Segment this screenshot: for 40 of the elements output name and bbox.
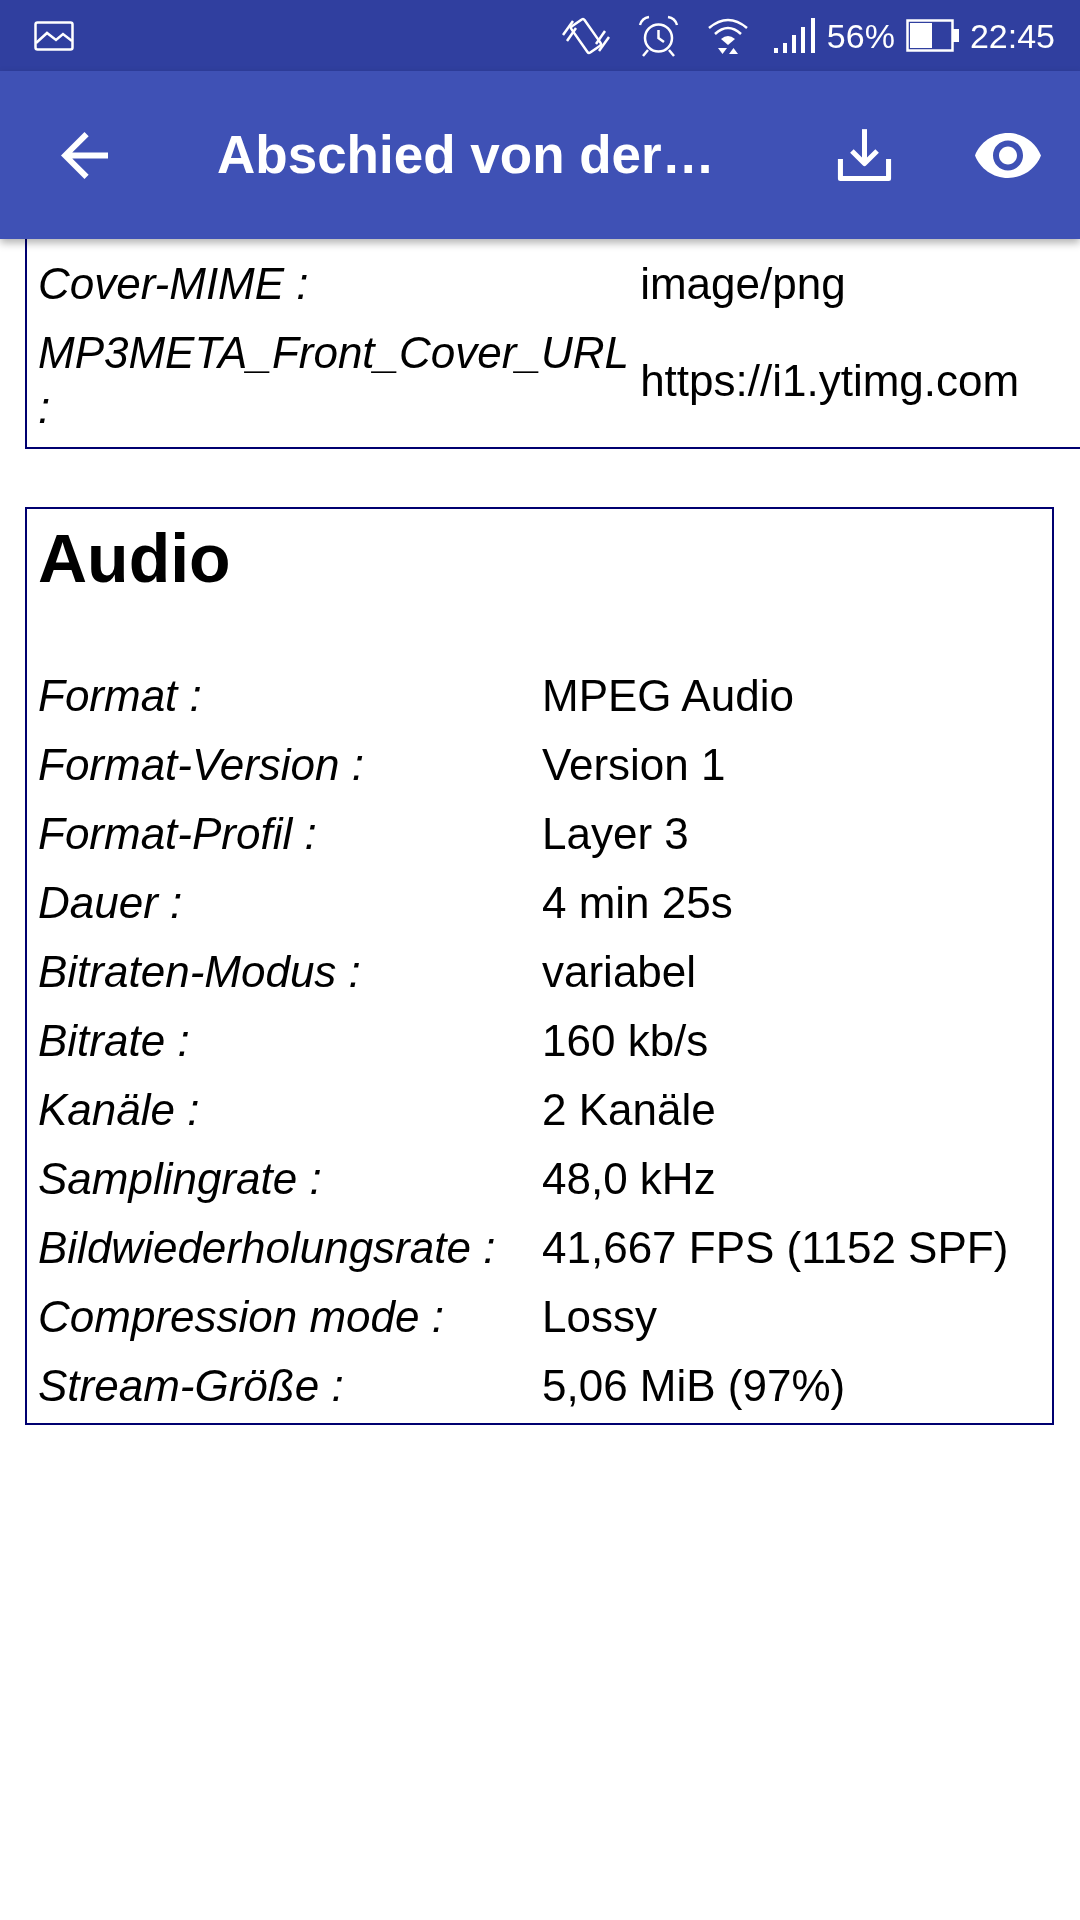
field-label: Format-Version : (38, 739, 365, 791)
field-label: Stream-Größe : (38, 1360, 345, 1412)
field-value: variabel (542, 946, 698, 998)
field-label: Compression mode : (38, 1291, 445, 1343)
field-value: image/png (640, 258, 847, 310)
field-label: Samplingrate : (38, 1153, 323, 1205)
field-value: 4 min 25s (542, 877, 734, 929)
field-value: Version 1 (542, 739, 727, 791)
image-icon (34, 20, 74, 51)
field-label: MP3META_Front_Cover_URL : (38, 327, 629, 434)
field-value: https://i1.ytimg.com (640, 354, 1020, 407)
field-value: 48,0 kHz (542, 1153, 717, 1205)
field-label: Cover-MIME : (38, 258, 310, 310)
clock-time: 22:45 (969, 15, 1055, 56)
battery-percent: 56% (826, 15, 895, 56)
field-label: Dauer : (38, 877, 184, 929)
screen-title: Abschied von der… (217, 124, 716, 186)
section-title: Audio (38, 519, 232, 597)
field-value: 41,667 FPS (1152 SPF) (542, 1222, 1009, 1274)
field-value: 160 kb/s (542, 1015, 710, 1067)
field-value: MPEG Audio (542, 670, 795, 722)
view-button[interactable] (975, 132, 1041, 178)
field-label: Kanäle : (38, 1084, 201, 1136)
eye-icon (975, 132, 1041, 178)
signal-icon (773, 18, 816, 53)
field-label: Bildwiederholungsrate : (38, 1222, 497, 1274)
field-label: Format : (38, 670, 203, 722)
field-label: Bitrate : (38, 1015, 191, 1067)
download-button[interactable] (837, 128, 892, 182)
field-value: 5,06 MiB (97%) (542, 1360, 847, 1412)
field-label: Format-Profil : (38, 808, 318, 860)
battery-icon (905, 19, 959, 52)
back-button[interactable] (61, 131, 108, 179)
back-arrow-icon (61, 131, 108, 179)
field-label: Bitraten-Modus : (38, 946, 362, 998)
field-value: Layer 3 (542, 808, 690, 860)
alarm-clock-icon (637, 14, 679, 57)
field-value: Lossy (542, 1291, 658, 1343)
download-icon (837, 128, 892, 182)
field-value: 2 Kanäle (542, 1084, 717, 1136)
